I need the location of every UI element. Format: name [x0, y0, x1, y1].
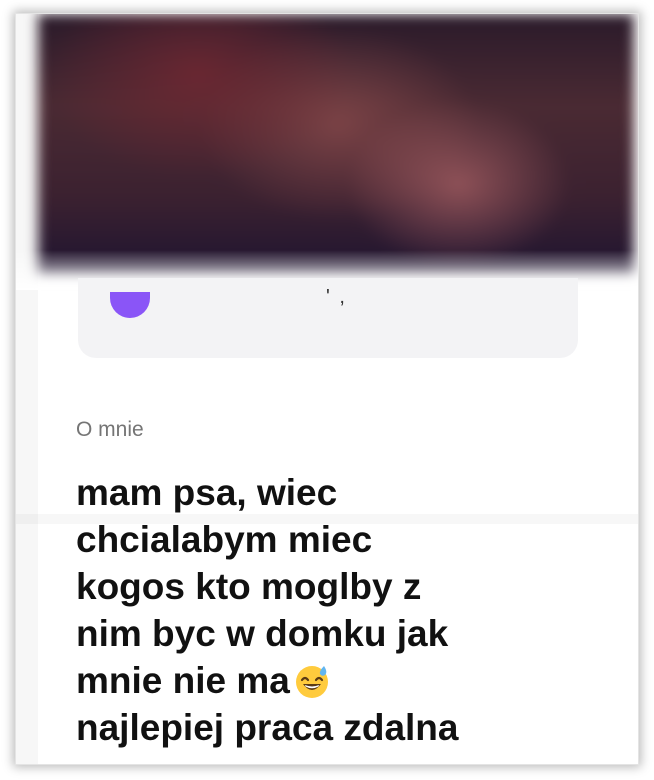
- screenshot-frame: ' , O mnie mam psa, wiec chcialabym miec…: [16, 14, 638, 764]
- bio-line: mam psa, wiec: [76, 472, 338, 513]
- bio-line: nim byc w domku jak: [76, 613, 449, 654]
- bio-line: chcialabym miec: [76, 519, 373, 560]
- card-text: ' ,: [326, 286, 347, 308]
- profile-photo[interactable]: [38, 14, 634, 276]
- grinning-sweat-emoji-icon: [295, 666, 328, 699]
- bio-line: kogos kto moglby z: [76, 566, 422, 607]
- about-section-label: O mnie: [76, 418, 144, 441]
- about-bio-text: mam psa, wiec chcialabym miec kogos kto …: [76, 469, 616, 751]
- app-icon: [110, 292, 150, 318]
- bio-line: mnie nie ma: [76, 660, 290, 701]
- profile-info-card[interactable]: ' ,: [78, 278, 578, 358]
- frame-left-edge: [16, 14, 38, 764]
- bio-line: najlepiej praca zdalna: [76, 707, 459, 748]
- bio-line-with-emoji: mnie nie ma: [76, 657, 616, 704]
